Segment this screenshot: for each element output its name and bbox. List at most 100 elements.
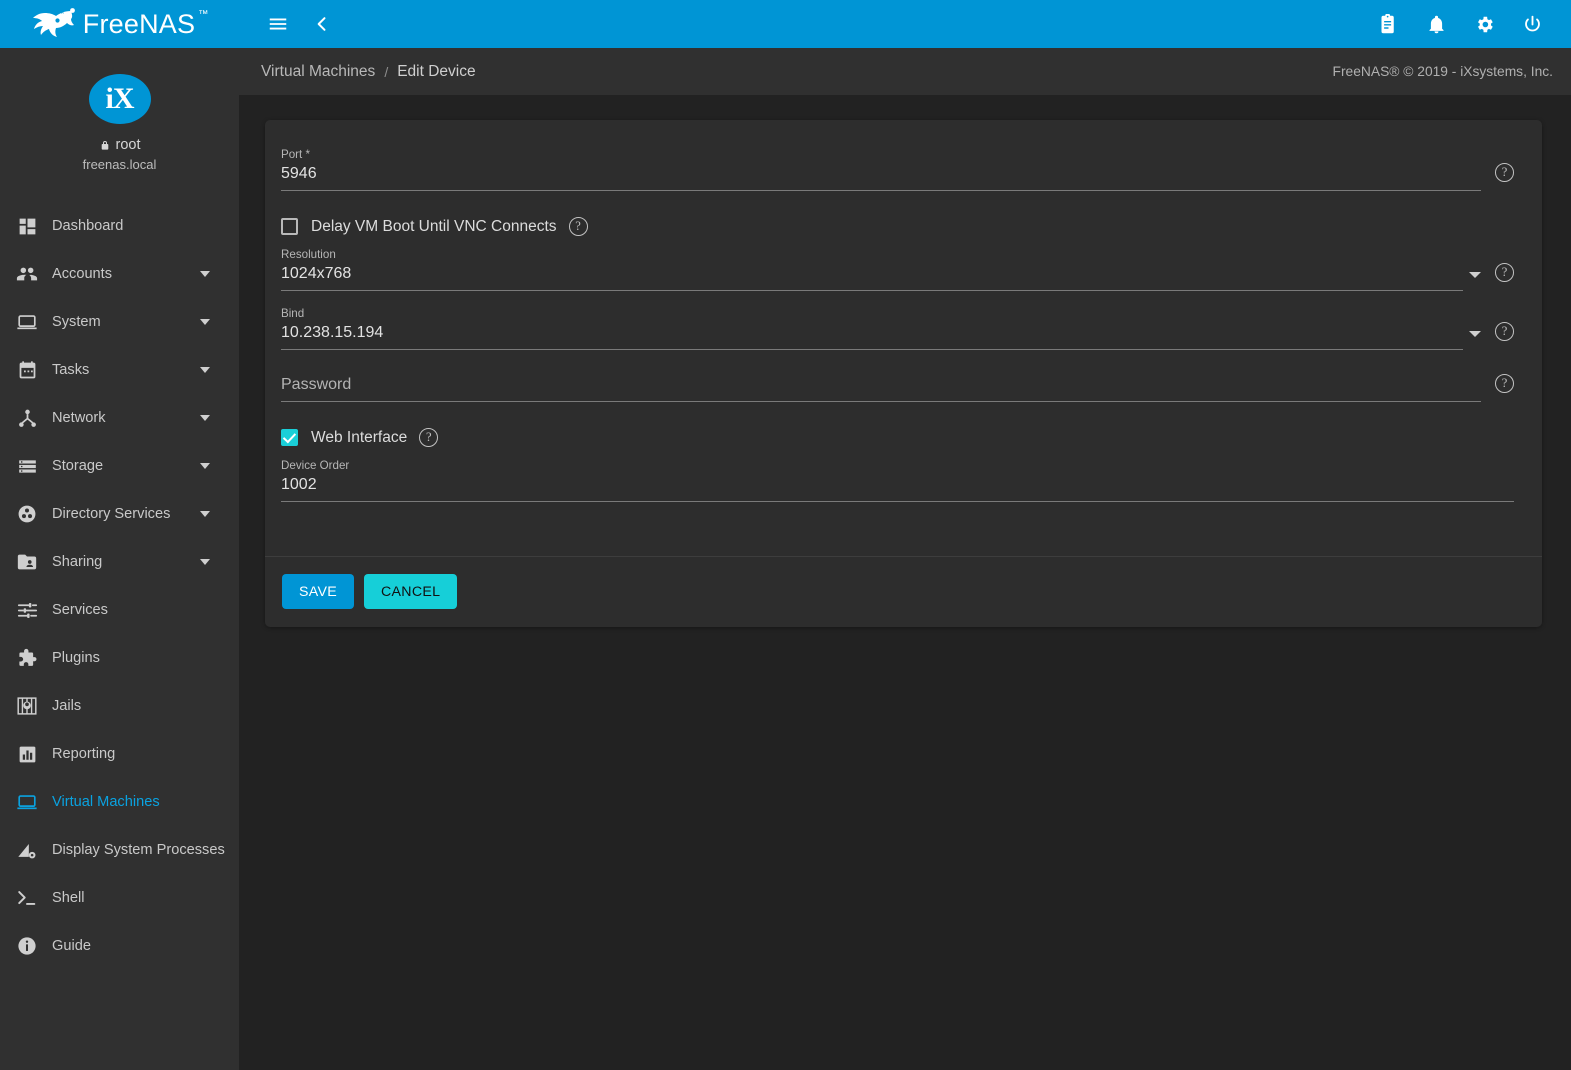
reporting-chart-icon [10,744,44,765]
sidebar-item-label: Dashboard [44,218,225,234]
shell-terminal-icon [10,887,44,909]
brand-trademark: ™ [198,9,208,20]
web-interface-label: Web Interface [311,429,407,447]
sidebar-item-sharing[interactable]: Sharing [0,538,239,586]
spacer [281,295,1514,307]
web-interface-row[interactable]: Web Interface ? [281,418,1514,459]
sidebar-item-shell[interactable]: Shell [0,874,239,922]
user-name-row: root [99,137,141,153]
sidebar-item-label: Guide [44,938,225,954]
clipboard-icon[interactable] [1371,7,1405,41]
help-circle-icon[interactable]: ? [419,428,438,447]
bind-label: Bind [281,307,1463,321]
spacer [281,354,1514,374]
device-order-input[interactable] [281,474,1514,502]
power-icon[interactable] [1515,7,1549,41]
network-icon [10,408,44,429]
sidebar-item-system[interactable]: System [0,298,239,346]
help-circle-icon[interactable]: ? [1495,322,1514,341]
bell-icon[interactable] [1419,7,1453,41]
content-area: Port * ? Delay VM Boot Until VNC Connect… [239,95,1571,1070]
port-field-group: Port * ? [281,148,1514,191]
top-bar-actions [1371,7,1549,41]
plugins-puzzle-icon [10,647,44,669]
delay-vm-boot-row[interactable]: Delay VM Boot Until VNC Connects ? [281,207,1514,248]
save-button[interactable]: SAVE [282,574,354,609]
chevron-down-icon[interactable] [200,415,210,421]
sidebar-item-display-system-processes[interactable]: Display System Processes [0,826,239,874]
sidebar-item-label: Network [44,410,200,426]
delay-vm-boot-label: Delay VM Boot Until VNC Connects [311,218,557,236]
chevron-down-icon[interactable] [200,319,210,325]
dashboard-icon [10,216,44,237]
sidebar-item-virtual-machines[interactable]: Virtual Machines [0,778,239,826]
lock-icon [99,139,111,152]
breadcrumb-separator: / [384,64,388,80]
resolution-select[interactable] [281,263,1463,291]
sidebar-item-storage[interactable]: Storage [0,442,239,490]
sidebar-item-network[interactable]: Network [0,394,239,442]
device-order-field-group: Device Order [281,459,1514,502]
freenas-fish-logo-icon: R [31,7,75,41]
sidebar-item-label: Jails [44,698,225,714]
sidebar-item-label: Accounts [44,266,200,282]
breadcrumb-bar: Virtual Machines / Edit Device FreeNAS® … [239,48,1571,95]
chevron-down-icon[interactable] [200,271,210,277]
sidebar-item-plugins[interactable]: Plugins [0,634,239,682]
help-circle-icon[interactable]: ? [1495,163,1514,182]
svg-text:R: R [61,10,64,15]
virtual-machines-icon [10,791,44,813]
password-input[interactable] [281,374,1481,402]
chevron-down-icon[interactable] [200,511,210,517]
main-area: Virtual Machines / Edit Device FreeNAS® … [239,48,1571,1070]
chevron-down-icon[interactable] [1469,331,1481,337]
gear-icon[interactable] [1467,7,1501,41]
sharing-folder-icon [10,551,44,573]
chevron-down-icon[interactable] [1469,272,1481,278]
sidebar-item-label: Plugins [44,650,225,666]
help-circle-icon[interactable]: ? [569,217,588,236]
sidebar-item-label: Tasks [44,362,200,378]
guide-info-icon [10,935,44,957]
sidebar-item-label: Storage [44,458,200,474]
sidebar-item-label: Display System Processes [44,842,225,858]
directory-services-icon [10,503,44,525]
sidebar-item-dashboard[interactable]: Dashboard [0,202,239,250]
chevron-down-icon[interactable] [200,367,210,373]
display-system-processes-icon [10,839,44,861]
sidebar-item-label: Reporting [44,746,225,762]
storage-icon [10,456,44,477]
copyright-notice: FreeNAS® © 2019 - iXsystems, Inc. [1333,64,1559,79]
chevron-down-icon[interactable] [200,463,210,469]
tasks-calendar-icon [10,360,44,381]
breadcrumb-parent[interactable]: Virtual Machines [261,63,375,81]
sidebar-item-directory-services[interactable]: Directory Services [0,490,239,538]
hamburger-menu-icon[interactable] [261,7,295,41]
sidebar-item-tasks[interactable]: Tasks [0,346,239,394]
breadcrumb-current: Edit Device [397,63,475,81]
spacer [281,506,1514,530]
sidebar-item-guide[interactable]: Guide [0,922,239,970]
bind-select[interactable] [281,322,1463,350]
sidebar-item-services[interactable]: Services [0,586,239,634]
form-body: Port * ? Delay VM Boot Until VNC Connect… [265,120,1542,556]
help-circle-icon[interactable]: ? [1495,263,1514,282]
sidebar-item-jails[interactable]: Jails [0,682,239,730]
sidebar-item-label: Directory Services [44,506,200,522]
brand-name: FreeNAS [83,9,195,40]
chevron-left-icon[interactable] [305,7,339,41]
sidebar-item-label: Virtual Machines [44,794,225,810]
form-actions: SAVE CANCEL [265,557,1542,627]
sidebar-item-accounts[interactable]: Accounts [0,250,239,298]
port-input[interactable] [281,163,1481,191]
sidebar-nav: Dashboard Accounts System [0,190,239,970]
chevron-down-icon[interactable] [200,559,210,565]
jails-icon [10,695,44,717]
delay-vm-boot-checkbox[interactable] [281,218,298,235]
web-interface-checkbox[interactable] [281,429,298,446]
cancel-button[interactable]: CANCEL [364,574,457,609]
help-circle-icon[interactable]: ? [1495,374,1514,393]
spacer [281,195,1514,207]
services-sliders-icon [10,600,44,621]
sidebar-item-reporting[interactable]: Reporting [0,730,239,778]
